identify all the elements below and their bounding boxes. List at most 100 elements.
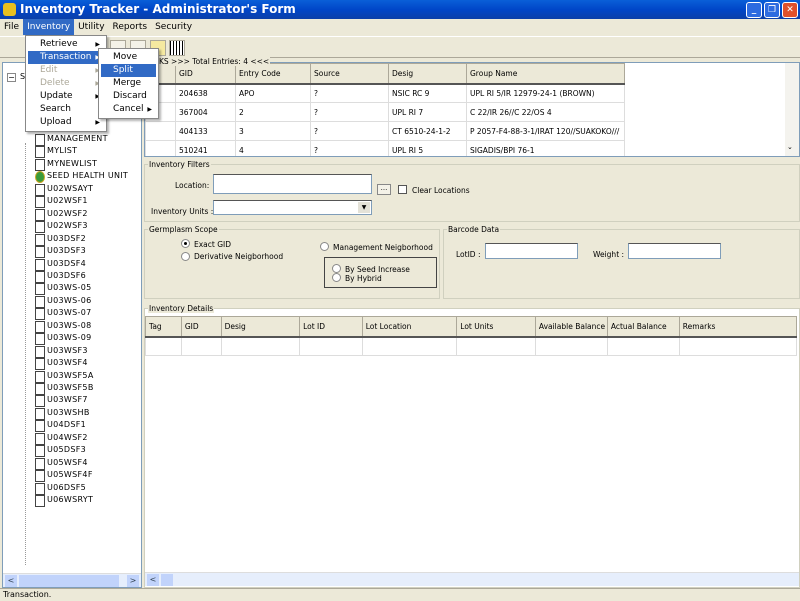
details-col-header[interactable]: Lot Units xyxy=(456,316,536,338)
scroll-left-icon[interactable]: < xyxy=(147,574,159,586)
tree-item[interactable]: U05WSF4F xyxy=(33,469,93,483)
hybrid-radio[interactable] xyxy=(332,273,341,282)
scroll-down-icon[interactable]: ⌄ xyxy=(787,143,793,151)
management-radio[interactable] xyxy=(320,242,329,251)
tree-item[interactable]: MANAGEMENT xyxy=(33,133,108,146)
table-cell: ? xyxy=(310,102,389,122)
tree-item[interactable]: U03WSHB xyxy=(33,407,90,420)
tree-item[interactable]: U05WSF4 xyxy=(33,457,88,470)
tree-item[interactable]: U03WS-06 xyxy=(33,295,92,308)
tree-item[interactable]: U03WS-09 xyxy=(33,332,92,346)
details-empty-cell[interactable] xyxy=(145,336,182,356)
menu-utility[interactable]: Utility xyxy=(74,19,108,35)
tree-hscrollbar[interactable]: < > xyxy=(3,573,141,587)
details-col-header[interactable]: Actual Balance xyxy=(606,316,680,338)
details-empty-cell[interactable] xyxy=(534,336,608,356)
tree-item[interactable]: U03WSF4 xyxy=(33,357,88,371)
tree-item[interactable]: U03DSF6 xyxy=(33,270,86,283)
grid-vscrollbar[interactable]: ⌄ xyxy=(785,63,799,156)
location-input[interactable] xyxy=(213,174,372,194)
scroll-thumb[interactable] xyxy=(19,575,119,587)
tree-item[interactable]: U03WS-08 xyxy=(33,320,92,333)
menu-security[interactable]: Security xyxy=(151,19,196,35)
details-empty-cell[interactable] xyxy=(220,336,301,356)
details-col-header[interactable]: Lot ID xyxy=(299,316,363,338)
scroll-left-icon[interactable]: < xyxy=(5,575,17,587)
table-row[interactable]: 510241 4? UPL RI 5 SIGADIS/BPI 76-1 xyxy=(145,140,625,156)
details-col-header[interactable]: Lot Location xyxy=(361,316,458,338)
tree-item[interactable]: U03WSF3 xyxy=(33,345,88,358)
details-col-header[interactable]: Tag xyxy=(145,316,182,338)
menu-item-move[interactable]: Move xyxy=(101,51,156,64)
details-empty-cell[interactable] xyxy=(456,336,536,356)
tree-item[interactable]: U03DSF4 xyxy=(33,258,86,271)
tree-item[interactable]: U03WSF5A xyxy=(33,370,94,383)
menu-item-upload[interactable]: Upload ▶ xyxy=(28,116,104,129)
col-header[interactable]: Source xyxy=(310,63,389,85)
exact-gid-radio[interactable] xyxy=(181,239,190,248)
details-col-header[interactable]: Remarks xyxy=(678,316,798,338)
browse-location-button[interactable]: ... xyxy=(377,184,391,195)
restore-button[interactable]: ❐ xyxy=(764,2,780,18)
tree-item[interactable]: U06WSRYT xyxy=(33,494,93,508)
tree-item[interactable]: U02WSF1 xyxy=(33,195,88,209)
tree-item[interactable]: U04WSF2 xyxy=(33,432,88,445)
tree-item[interactable]: SEED HEALTH UNIT xyxy=(33,170,128,184)
collapse-icon[interactable]: − xyxy=(7,73,16,82)
tree-item[interactable]: U03DSF3 xyxy=(33,245,86,259)
tree-item[interactable]: U03WSF5B xyxy=(33,382,94,395)
close-button[interactable]: ✕ xyxy=(782,2,798,18)
details-empty-cell[interactable] xyxy=(606,336,680,356)
menu-reports[interactable]: Reports xyxy=(109,19,152,35)
table-row[interactable]: 367004 2? UPL RI 7C 22/IR 26//C 22/OS 4 xyxy=(145,102,625,122)
col-header[interactable]: GID xyxy=(175,63,236,85)
tree-item[interactable]: U03DSF2 xyxy=(33,233,86,246)
tree-item[interactable]: U06DSF5 xyxy=(33,482,86,495)
menu-inventory[interactable]: Inventory xyxy=(23,19,75,35)
tree-item[interactable]: U02WSF2 xyxy=(33,208,88,221)
col-header[interactable]: Desig xyxy=(388,63,467,85)
table-cell xyxy=(145,121,176,141)
details-hscrollbar[interactable]: < xyxy=(145,572,799,586)
table-row[interactable]: 204638 APO? NSIC RC 9 UPL RI 5/IR 12979-24-… xyxy=(145,83,625,103)
menu-item-discard[interactable]: Discard xyxy=(101,90,156,103)
col-header[interactable]: Entry Code xyxy=(235,63,311,85)
tree-item[interactable]: MYLIST xyxy=(33,145,77,159)
minimize-button[interactable]: _ xyxy=(746,2,762,18)
col-header[interactable]: Group Name xyxy=(466,63,625,85)
menu-item-split[interactable]: Split xyxy=(101,64,156,77)
units-select[interactable]: ▼ xyxy=(213,200,372,215)
menu-item-search[interactable]: Search xyxy=(28,103,104,116)
details-empty-cell[interactable] xyxy=(180,336,222,356)
clear-locations-checkbox[interactable] xyxy=(398,185,407,194)
menu-item-cancel[interactable]: Cancel ▶ xyxy=(101,103,156,116)
derivative-radio[interactable] xyxy=(181,252,190,261)
details-empty-cell[interactable] xyxy=(678,336,798,356)
dropdown-arrow-icon[interactable]: ▼ xyxy=(358,202,370,213)
scroll-right-icon[interactable]: > xyxy=(127,575,139,587)
barcode-icon[interactable] xyxy=(169,40,185,56)
details-col-header[interactable]: Desig xyxy=(220,316,301,338)
tree-item[interactable]: U02WSAYT xyxy=(33,183,93,196)
tree-item[interactable]: U05DSF3 xyxy=(33,444,86,458)
tree-item[interactable]: U02WSF3 xyxy=(33,220,88,234)
menu-item-merge[interactable]: Merge xyxy=(101,77,156,90)
scroll-thumb[interactable] xyxy=(161,574,173,586)
menu-item-update[interactable]: Update▶ xyxy=(28,90,104,103)
details-col-header[interactable]: Available Balance xyxy=(534,316,608,338)
table-row[interactable]: 404133 3? CT 6510-24-1-2 P 2057-F4-88-3-1/I… xyxy=(145,121,625,141)
menu-item-retrieve[interactable]: Retrieve ▶ xyxy=(28,38,104,51)
tree-item[interactable]: U03WS-07 xyxy=(33,307,92,321)
details-empty-cell[interactable] xyxy=(299,336,363,356)
details-empty-cell[interactable] xyxy=(361,336,458,356)
details-col-header[interactable]: GID xyxy=(180,316,222,338)
tree-item[interactable]: U03WSF7 xyxy=(33,394,88,408)
lot-id-input[interactable] xyxy=(485,243,578,259)
tree-item[interactable]: MYNEWLIST xyxy=(33,158,97,171)
weight-input[interactable] xyxy=(628,243,721,259)
seed-increase-radio[interactable] xyxy=(332,264,341,273)
tree-item[interactable]: U03WS-05 xyxy=(33,282,92,296)
menu-file[interactable]: File xyxy=(0,19,23,35)
menu-item-transaction[interactable]: Transaction▶ xyxy=(28,51,104,64)
tree-item[interactable]: U04DSF1 xyxy=(33,419,86,433)
